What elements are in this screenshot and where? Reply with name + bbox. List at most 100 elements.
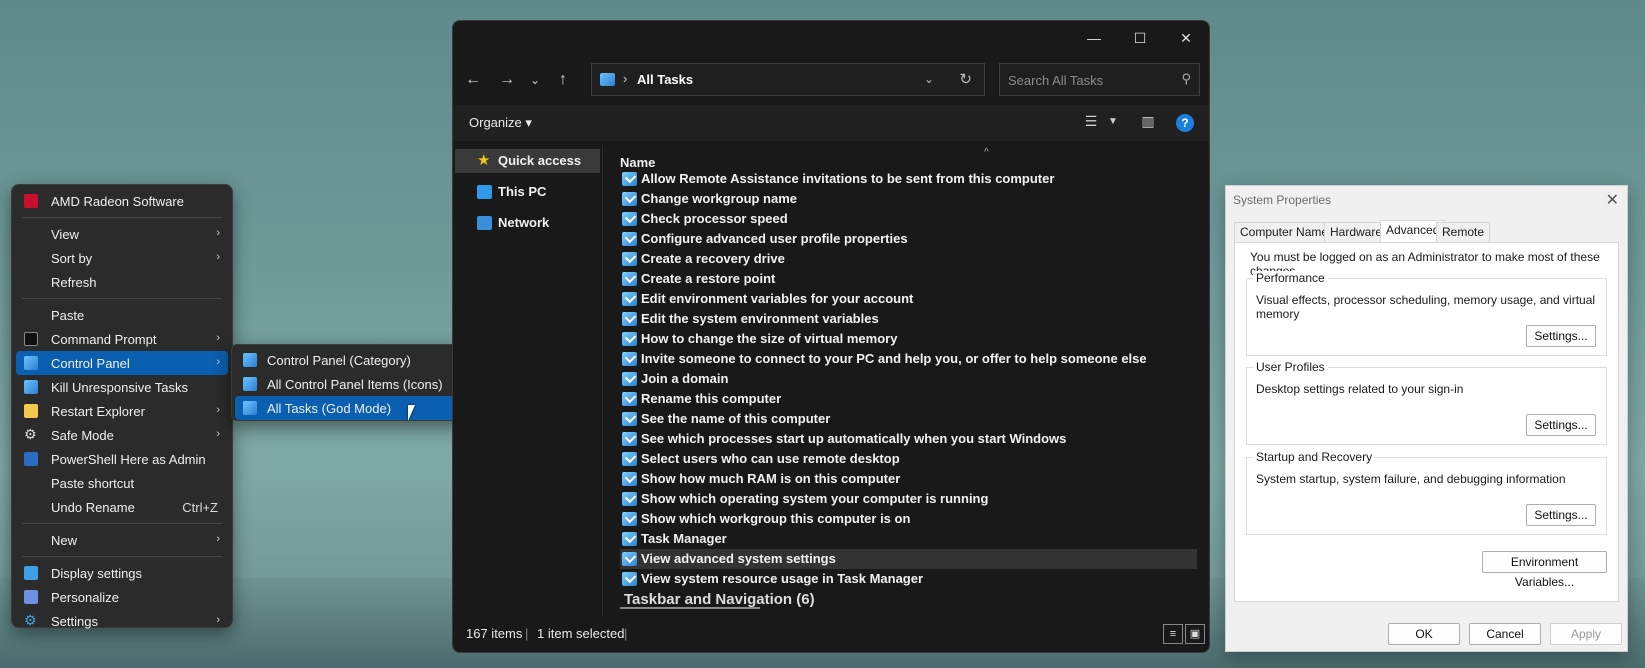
menu-separator [22, 298, 222, 299]
nav-item-quick-access[interactable]: ★ Quick access [455, 149, 600, 173]
breadcrumb-location[interactable]: All Tasks [637, 72, 693, 87]
tab-computer-name[interactable]: Computer Name [1234, 222, 1335, 242]
group-description: Visual effects, processor scheduling, me… [1256, 293, 1596, 321]
search-box[interactable]: Search All Tasks ⚲ [999, 63, 1200, 96]
refresh-icon[interactable]: ↻ [959, 70, 972, 88]
menu-item-personalize[interactable]: Personalize [16, 585, 228, 609]
task-icon [622, 332, 637, 346]
list-item[interactable]: Create a restore point [620, 269, 1197, 289]
view-options-icon[interactable]: ☰ [1080, 113, 1102, 133]
task-icon [622, 552, 637, 566]
tab-hardware[interactable]: Hardware [1324, 222, 1389, 242]
amd-radeon-icon [24, 194, 38, 208]
group-description: System startup, system failure, and debu… [1256, 472, 1566, 486]
menu-item-paste[interactable]: Paste [16, 303, 228, 327]
menu-item-command-prompt[interactable]: Command Prompt › [16, 327, 228, 351]
list-item[interactable]: Show which workgroup this computer is on [620, 509, 1197, 529]
list-item[interactable]: Edit the system environment variables [620, 309, 1197, 329]
menu-item-powershell[interactable]: PowerShell Here as Admin [16, 447, 228, 471]
menu-item-paste-shortcut[interactable]: Paste shortcut [16, 471, 228, 495]
large-icons-view-icon[interactable]: ▣ [1185, 624, 1205, 644]
user-profiles-settings-button[interactable]: Settings... [1526, 414, 1596, 436]
list-item[interactable]: Show which operating system your compute… [620, 489, 1197, 509]
menu-item-new[interactable]: New › [16, 528, 228, 552]
preview-pane-icon[interactable]: ▥ [1137, 113, 1159, 133]
ok-button[interactable]: OK [1388, 623, 1460, 645]
task-icon [622, 212, 637, 226]
menu-item-undo-rename[interactable]: Undo Rename Ctrl+Z [16, 495, 228, 519]
close-icon[interactable]: ✕ [1606, 190, 1619, 210]
item-count: 167 items [466, 626, 523, 641]
close-icon[interactable]: ✕ [1163, 27, 1209, 49]
column-header-name[interactable]: Name [620, 155, 655, 170]
back-arrow-icon[interactable]: ← [459, 68, 487, 92]
maximize-icon[interactable]: ☐ [1117, 27, 1163, 49]
submenu-item-god-mode[interactable]: All Tasks (God Mode) [235, 396, 468, 420]
menu-item-safe-mode[interactable]: ⚙ Safe Mode › [16, 423, 228, 447]
list-item[interactable]: Configure advanced user profile properti… [620, 229, 1197, 249]
help-icon[interactable]: ? [1176, 114, 1194, 132]
chevron-right-icon: › [216, 332, 220, 344]
menu-item-view[interactable]: View › [16, 222, 228, 246]
list-item[interactable]: See the name of this computer [620, 409, 1197, 429]
control-panel-submenu: Control Panel (Category) All Control Pan… [231, 344, 472, 421]
minimize-icon[interactable]: — [1071, 27, 1117, 49]
list-item[interactable]: See which processes start up automatical… [620, 429, 1197, 449]
menu-item-restart-explorer[interactable]: Restart Explorer › [16, 399, 228, 423]
search-input[interactable]: Search All Tasks [1008, 73, 1103, 88]
status-divider: | [624, 626, 628, 641]
menu-item-control-panel[interactable]: Control Panel › [16, 351, 228, 375]
list-item[interactable]: View system resource usage in Task Manag… [620, 569, 1197, 589]
list-item[interactable]: Edit environment variables for your acco… [620, 289, 1197, 309]
organize-button[interactable]: Organize ▾ [469, 115, 532, 131]
menu-separator [22, 217, 222, 218]
task-icon [622, 192, 637, 206]
submenu-item-category[interactable]: Control Panel (Category) [235, 348, 468, 372]
chevron-down-icon[interactable]: ▼ [1102, 116, 1124, 136]
group-header[interactable]: Taskbar and Navigation (6) [624, 591, 815, 608]
menu-item-refresh[interactable]: Refresh [16, 270, 228, 294]
menu-item-amd-radeon[interactable]: AMD Radeon Software [16, 189, 228, 213]
list-item[interactable]: Join a domain [620, 369, 1197, 389]
list-item[interactable]: Create a recovery drive [620, 249, 1197, 269]
group-title: User Profiles [1253, 360, 1328, 374]
submenu-item-icons[interactable]: All Control Panel Items (Icons) [235, 372, 468, 396]
performance-settings-button[interactable]: Settings... [1526, 325, 1596, 347]
list-item[interactable]: Invite someone to connect to your PC and… [620, 349, 1197, 369]
list-item[interactable]: Check processor speed [620, 209, 1197, 229]
nav-item-network[interactable]: Network [455, 211, 600, 235]
menu-item-display-settings[interactable]: Display settings [16, 561, 228, 585]
apply-button[interactable]: Apply [1550, 623, 1622, 645]
chevron-right-icon: › [216, 533, 220, 545]
startup-recovery-settings-button[interactable]: Settings... [1526, 504, 1596, 526]
status-bar: 167 items | 1 item selected | ≡ ▣ [453, 616, 1209, 652]
list-item[interactable]: Task Manager [620, 529, 1197, 549]
control-panel-icon [243, 377, 257, 391]
address-bar[interactable]: › All Tasks ⌄ ↻ [591, 63, 985, 96]
task-icon [622, 312, 637, 326]
horizontal-scrollbar[interactable] [620, 607, 760, 609]
search-icon[interactable]: ⚲ [1181, 71, 1191, 87]
forward-arrow-icon[interactable]: → [493, 68, 521, 92]
menu-item-sort-by[interactable]: Sort by › [16, 246, 228, 270]
list-item[interactable]: Change workgroup name [620, 189, 1197, 209]
menu-item-settings[interactable]: ⚙ Settings › [16, 609, 228, 633]
list-item[interactable]: Rename this computer [620, 389, 1197, 409]
up-arrow-icon[interactable]: ↑ [549, 68, 577, 92]
task-icon [622, 472, 637, 486]
menu-item-kill-tasks[interactable]: Kill Unresponsive Tasks [16, 375, 228, 399]
list-item[interactable]: Show how much RAM is on this computer [620, 469, 1197, 489]
environment-variables-button[interactable]: Environment Variables... [1482, 551, 1607, 589]
chevron-down-icon[interactable]: ⌄ [924, 72, 934, 86]
list-item[interactable]: Allow Remote Assistance invitations to b… [620, 169, 1197, 189]
list-item-selected[interactable]: View advanced system settings [620, 549, 1197, 569]
cancel-button[interactable]: Cancel [1469, 623, 1541, 645]
list-item[interactable]: Select users who can use remote desktop [620, 449, 1197, 469]
nav-item-this-pc[interactable]: This PC [455, 180, 600, 204]
tab-remote[interactable]: Remote [1436, 222, 1491, 242]
command-bar: Organize ▾ ☰ ▼ ▥ ? [453, 105, 1209, 141]
list-item[interactable]: How to change the size of virtual memory [620, 329, 1197, 349]
task-icon [622, 412, 637, 426]
recent-locations-chevron-icon[interactable]: ⌄ [521, 68, 549, 92]
details-view-icon[interactable]: ≡ [1163, 624, 1183, 644]
